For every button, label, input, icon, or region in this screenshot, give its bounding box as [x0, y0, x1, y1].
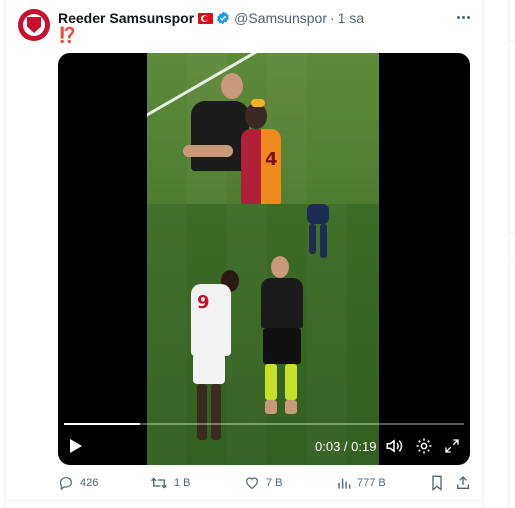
reply-count: 426 [80, 477, 99, 489]
views-button[interactable]: 777 B [337, 473, 386, 493]
reply-button[interactable]: 426 [58, 473, 98, 493]
bookmark-button[interactable] [430, 473, 444, 493]
tweet-divider [4, 500, 484, 501]
video-player[interactable]: 4 9 0:03 / 0:19 [58, 53, 470, 465]
repost-count: 1 B [174, 477, 191, 489]
fullscreen-icon[interactable] [442, 436, 462, 456]
bookmark-icon [432, 475, 442, 491]
display-name[interactable]: Reeder Samsunspor [58, 10, 194, 26]
video-progress-bar[interactable] [64, 423, 464, 425]
tweet-text: ⁉️ [58, 27, 77, 44]
like-count: 7 B [266, 477, 283, 489]
settings-gear-icon[interactable] [414, 436, 434, 456]
jersey-number-bottom: 9 [197, 292, 210, 313]
views-count: 777 B [357, 477, 386, 489]
right-column-edge [508, 0, 515, 508]
repost-icon [151, 477, 167, 489]
reply-icon [60, 477, 72, 491]
turkey-flag-icon [198, 12, 214, 24]
heart-icon [246, 477, 258, 490]
share-icon [457, 476, 469, 489]
more-options-icon[interactable] [455, 9, 471, 25]
volume-icon[interactable] [384, 436, 404, 456]
tweet-actions: 426 1 B 7 B 777 B [58, 473, 472, 493]
play-icon[interactable] [66, 436, 86, 456]
video-frame-top: 4 [147, 53, 379, 204]
post-time[interactable]: 1 sa [338, 10, 364, 26]
repost-button[interactable]: 1 B [150, 473, 191, 493]
avatar[interactable] [18, 9, 50, 41]
share-button[interactable] [455, 473, 471, 493]
jersey-number-top: 4 [265, 149, 278, 170]
club-crest-icon [27, 17, 41, 33]
header-separator: · [329, 10, 335, 26]
tweet-header: Reeder Samsunspor @Samsunspor · 1 sa [58, 9, 364, 27]
user-handle[interactable]: @Samsunspor [234, 10, 327, 26]
video-frame-bottom: 9 [147, 204, 379, 465]
views-chart-icon [338, 478, 351, 489]
verified-badge-icon[interactable] [216, 11, 230, 25]
video-time: 0:03 / 0:19 [315, 439, 377, 454]
like-button[interactable]: 7 B [244, 473, 283, 493]
video-progress-fill [64, 423, 140, 425]
